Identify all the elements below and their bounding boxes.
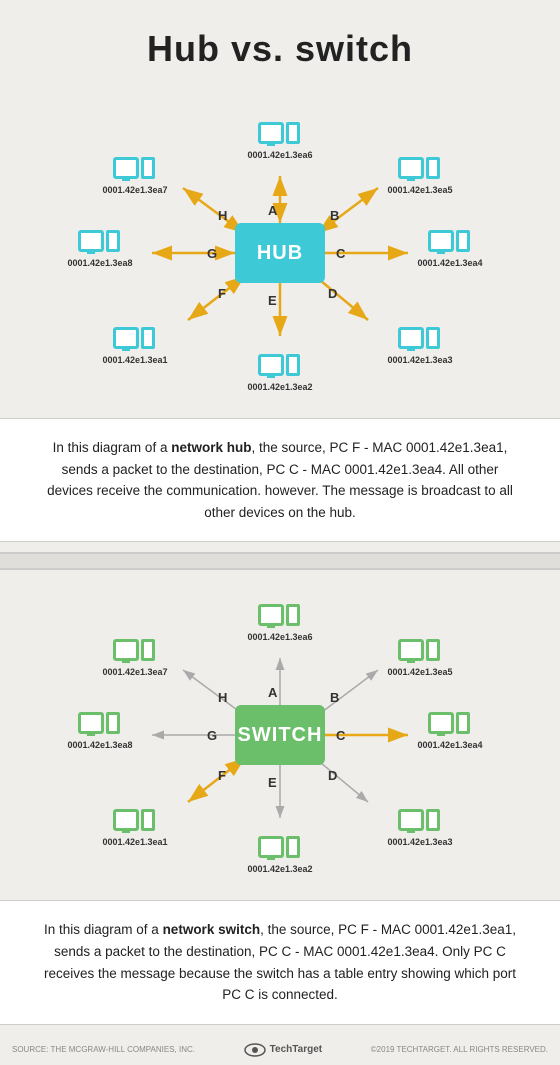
switch-port-B: B bbox=[330, 690, 339, 705]
hub-device-C-label: 0001.42e1.3ea4 bbox=[417, 258, 482, 268]
switch-desc-plain: In this diagram of a bbox=[44, 922, 163, 937]
switch-device-F: 0001.42e1.3ea1 bbox=[95, 795, 175, 847]
switch-port-C: C bbox=[336, 728, 345, 743]
switch-device-A-label: 0001.42e1.3ea6 bbox=[247, 632, 312, 642]
hub-diagram-area: HUB A B C D E F G H 0001.42e1.3ea6 0001.… bbox=[0, 98, 560, 418]
hub-port-H: H bbox=[218, 208, 227, 223]
hub-device-E: 0001.42e1.3ea2 bbox=[240, 340, 320, 392]
switch-device-G: 0001.42e1.3ea8 bbox=[60, 698, 140, 750]
hub-label: HUB bbox=[257, 242, 303, 265]
switch-device-C: 0001.42e1.3ea4 bbox=[410, 698, 490, 750]
switch-device-E: 0001.42e1.3ea2 bbox=[240, 822, 320, 874]
hub-port-G: G bbox=[207, 246, 217, 261]
switch-device-G-label: 0001.42e1.3ea8 bbox=[67, 740, 132, 750]
hub-device-B-label: 0001.42e1.3ea5 bbox=[387, 185, 452, 195]
switch-port-D: D bbox=[328, 768, 337, 783]
switch-section: SWITCH A B C D E F G H 0001.42e1.3ea6 00… bbox=[0, 570, 560, 1034]
switch-device-H-label: 0001.42e1.3ea7 bbox=[102, 667, 167, 677]
switch-label: SWITCH bbox=[238, 724, 323, 747]
switch-device-A: 0001.42e1.3ea6 bbox=[240, 590, 320, 642]
hub-description: In this diagram of a network hub, the so… bbox=[0, 418, 560, 542]
hub-port-E: E bbox=[268, 293, 277, 308]
hub-device-D-label: 0001.42e1.3ea3 bbox=[387, 355, 452, 365]
switch-device-F-label: 0001.42e1.3ea1 bbox=[102, 837, 167, 847]
page-title: Hub vs. switch bbox=[0, 0, 560, 88]
switch-port-H: H bbox=[218, 690, 227, 705]
hub-device-B: 0001.42e1.3ea5 bbox=[380, 143, 460, 195]
switch-device-D-label: 0001.42e1.3ea3 bbox=[387, 837, 452, 847]
hub-port-C: C bbox=[336, 246, 345, 261]
hub-port-D: D bbox=[328, 286, 337, 301]
hub-desc-bold: network hub bbox=[171, 440, 251, 455]
hub-port-A: A bbox=[268, 203, 277, 218]
hub-desc-plain: In this diagram of a bbox=[53, 440, 172, 455]
hub-device-H: 0001.42e1.3ea7 bbox=[95, 143, 175, 195]
hub-device-A-label: 0001.42e1.3ea6 bbox=[247, 150, 312, 160]
switch-device-E-label: 0001.42e1.3ea2 bbox=[247, 864, 312, 874]
hub-device-G: 0001.42e1.3ea8 bbox=[60, 216, 140, 268]
switch-port-F: F bbox=[218, 768, 226, 783]
section-divider bbox=[0, 552, 560, 570]
switch-description: In this diagram of a network switch, the… bbox=[0, 900, 560, 1024]
switch-diagram-area: SWITCH A B C D E F G H 0001.42e1.3ea6 00… bbox=[0, 580, 560, 900]
switch-device-B-label: 0001.42e1.3ea5 bbox=[387, 667, 452, 677]
switch-device-D: 0001.42e1.3ea3 bbox=[380, 795, 460, 847]
hub-device-E-label: 0001.42e1.3ea2 bbox=[247, 382, 312, 392]
hub-device-H-label: 0001.42e1.3ea7 bbox=[102, 185, 167, 195]
switch-device-B: 0001.42e1.3ea5 bbox=[380, 625, 460, 677]
switch-device-H: 0001.42e1.3ea7 bbox=[95, 625, 175, 677]
hub-port-B: B bbox=[330, 208, 339, 223]
hub-port-F: F bbox=[218, 286, 226, 301]
hub-center-box: HUB bbox=[235, 223, 325, 283]
hub-device-F-label: 0001.42e1.3ea1 bbox=[102, 355, 167, 365]
hub-device-G-label: 0001.42e1.3ea8 bbox=[67, 258, 132, 268]
switch-device-C-label: 0001.42e1.3ea4 bbox=[417, 740, 482, 750]
hub-device-A: 0001.42e1.3ea6 bbox=[240, 108, 320, 160]
hub-device-C: 0001.42e1.3ea4 bbox=[410, 216, 490, 268]
switch-port-E: E bbox=[268, 775, 277, 790]
switch-desc-bold: network switch bbox=[163, 922, 261, 937]
switch-port-A: A bbox=[268, 685, 277, 700]
switch-center-box: SWITCH bbox=[235, 705, 325, 765]
hub-section: HUB A B C D E F G H 0001.42e1.3ea6 0001.… bbox=[0, 88, 560, 552]
switch-port-G: G bbox=[207, 728, 217, 743]
hub-device-D: 0001.42e1.3ea3 bbox=[380, 313, 460, 365]
hub-device-F: 0001.42e1.3ea1 bbox=[95, 313, 175, 365]
